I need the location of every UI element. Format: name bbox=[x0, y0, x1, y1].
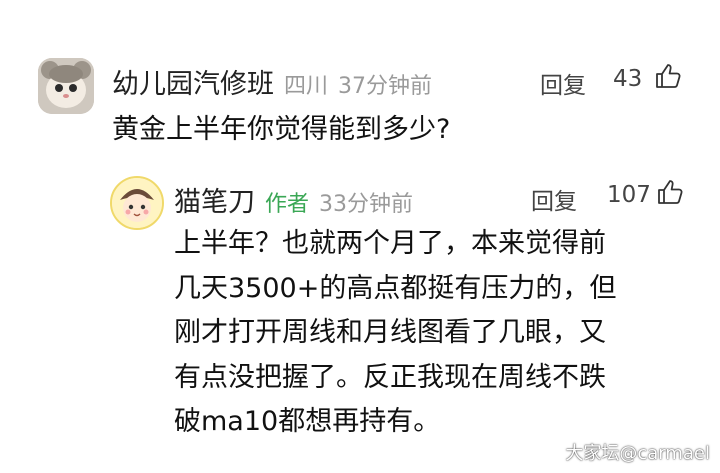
reply-text: 上半年？也就两个月了，本来觉得前 几天3500+的高点都挺有压力的，但 刚才打开… bbox=[174, 222, 616, 445]
reply-button[interactable]: 回复 bbox=[531, 182, 577, 216]
cartoon-avatar-icon bbox=[112, 178, 162, 228]
timestamp: 33分钟前 bbox=[319, 192, 414, 217]
like-count: 43 bbox=[613, 66, 643, 92]
reply-text-line: 有点没把握了。反正我现在周线不跌 bbox=[174, 361, 606, 393]
reply-text-line: 几天3500+的高点都挺有压力的，但 bbox=[174, 272, 617, 304]
cat-avatar-icon bbox=[38, 58, 94, 114]
location: 四川 bbox=[284, 74, 329, 99]
comment-thread: 幼儿园汽修班 四川 37分钟前 回复 43 黄金上半年你觉得能到多少? 猫笔刀 … bbox=[0, 0, 720, 473]
avatar[interactable] bbox=[110, 176, 164, 230]
author-badge: 作者 bbox=[265, 192, 310, 217]
username[interactable]: 猫笔刀 bbox=[174, 180, 255, 219]
reply-button[interactable]: 回复 bbox=[540, 66, 586, 100]
reply-text-line: 刚才打开周线和月线图看了几眼，又 bbox=[174, 317, 606, 348]
timestamp: 37分钟前 bbox=[338, 74, 433, 99]
watermark: 大家坛@carmael bbox=[565, 443, 710, 464]
avatar[interactable] bbox=[38, 58, 94, 114]
username[interactable]: 幼儿园汽修班 bbox=[112, 62, 274, 101]
thumb-up-icon[interactable] bbox=[654, 62, 682, 90]
comment-text: 黄金上半年你觉得能到多少? bbox=[112, 114, 451, 145]
thumb-up-icon[interactable] bbox=[656, 178, 684, 206]
reply-text-line: 破ma10都想再持有。 bbox=[174, 406, 441, 437]
reply-text-line: 上半年？也就两个月了，本来觉得前 bbox=[174, 228, 606, 259]
reply-meta: 猫笔刀 作者 33分钟前 bbox=[174, 180, 413, 219]
comment-meta: 幼儿园汽修班 四川 37分钟前 bbox=[112, 62, 432, 101]
like-count: 107 bbox=[607, 182, 651, 208]
